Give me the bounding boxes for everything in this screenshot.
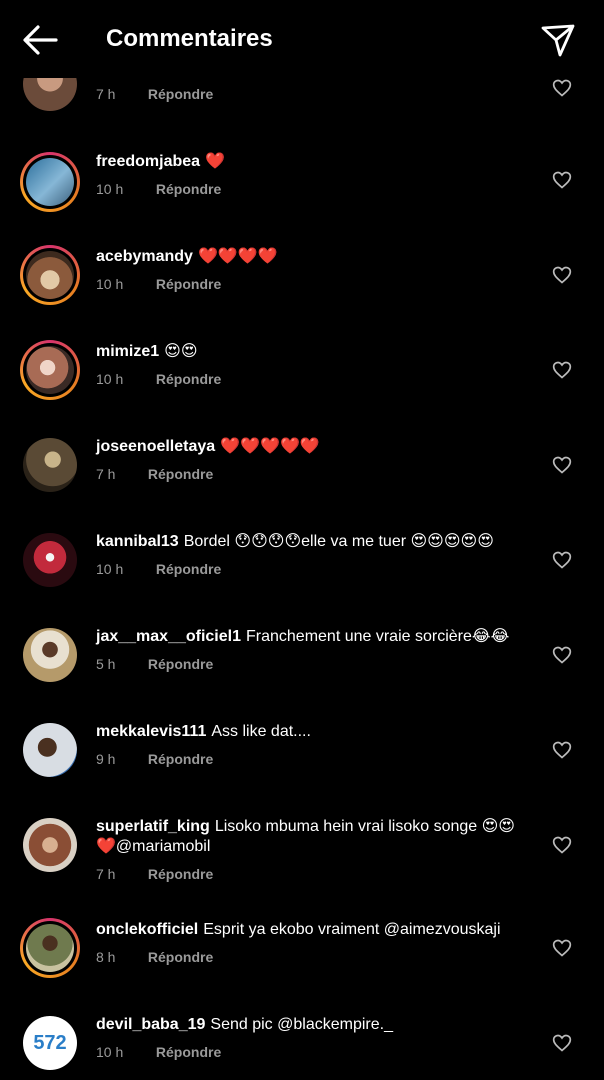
avatar[interactable] (20, 152, 80, 212)
comment-time: 5 h (96, 656, 116, 672)
comment-time: 8 h (96, 949, 116, 965)
avatar[interactable] (20, 918, 80, 978)
avatar[interactable] (20, 340, 80, 400)
heart-icon[interactable] (552, 455, 572, 475)
avatar[interactable] (20, 720, 80, 780)
reply-button[interactable]: Répondre (148, 751, 213, 767)
comment-time: 7 h (96, 866, 116, 882)
comment-username[interactable]: acebymandy (96, 248, 193, 265)
comment-time: 10 h (96, 276, 124, 292)
comment-time: 10 h (96, 1044, 124, 1060)
comment-text: ❤️ (205, 153, 225, 170)
comment-time: 7 h (96, 86, 116, 102)
heart-icon[interactable] (552, 78, 572, 98)
heart-icon[interactable] (552, 550, 572, 570)
comment-text: ❤️❤️❤️❤️❤️ (220, 438, 320, 455)
comment-time: 10 h (96, 181, 124, 197)
avatar[interactable] (20, 245, 80, 305)
comment-username[interactable]: freedomjabea (96, 153, 200, 170)
avatar-label: 572 (33, 1031, 67, 1054)
heart-icon[interactable] (552, 265, 572, 285)
comment-time: 7 h (96, 466, 116, 482)
paper-plane-icon[interactable] (540, 22, 576, 58)
avatar[interactable] (20, 815, 80, 875)
reply-button[interactable]: Répondre (156, 561, 221, 577)
comment-text: Bordel 😯😯😯😯elle va me tuer 😍😍😍😍😍 (183, 533, 494, 550)
reply-button[interactable]: Répondre (156, 371, 221, 387)
reply-button[interactable]: Répondre (148, 466, 213, 482)
reply-button[interactable]: Répondre (156, 181, 221, 197)
top-bar: Commentaires (0, 0, 604, 78)
comment-username[interactable]: onclekofficiel (96, 921, 198, 938)
reply-button[interactable]: Répondre (156, 1044, 221, 1060)
heart-icon[interactable] (552, 645, 572, 665)
comment-username[interactable]: superlatif_king (96, 818, 210, 835)
reply-button[interactable]: Répondre (148, 656, 213, 672)
avatar[interactable] (20, 435, 80, 495)
comment-username[interactable]: joseenoelletaya (96, 438, 215, 455)
heart-icon[interactable] (552, 360, 572, 380)
heart-icon[interactable] (552, 835, 572, 855)
heart-icon[interactable] (552, 1033, 572, 1053)
heart-icon[interactable] (552, 170, 572, 190)
comment-text: 😍😍 (164, 343, 198, 360)
comment-text: Send pic @blackempire._ (210, 1016, 393, 1033)
comment-time: 10 h (96, 561, 124, 577)
arrow-left-icon[interactable] (20, 22, 60, 58)
reply-button[interactable]: Répondre (148, 866, 213, 882)
heart-icon[interactable] (552, 740, 572, 760)
reply-button[interactable]: Répondre (148, 86, 213, 102)
comment-username[interactable]: mekkalevis111 (96, 723, 206, 740)
page-title: Commentaires (106, 25, 273, 52)
comment-username[interactable]: devil_baba_19 (96, 1016, 205, 1033)
avatar[interactable] (20, 530, 80, 590)
comment-time: 10 h (96, 371, 124, 387)
comment-username[interactable]: mimize1 (96, 343, 159, 360)
reply-button[interactable]: Répondre (156, 276, 221, 292)
avatar[interactable] (20, 625, 80, 685)
reply-button[interactable]: Répondre (148, 949, 213, 965)
comment-text: Franchement une vraie sorcière😂😂 (246, 628, 510, 645)
comment-time: 9 h (96, 751, 116, 767)
avatar[interactable]: 572 (20, 1013, 80, 1073)
comment-username[interactable]: kannibal13 (96, 533, 179, 550)
comment-text: ❤️❤️❤️❤️ (197, 248, 278, 265)
comment-username[interactable]: jax__max__oficiel1 (96, 628, 241, 645)
comment-text: Esprit ya ekobo vraiment @aimezvouskaji (203, 921, 501, 938)
comment-text: Ass like dat.... (211, 723, 311, 740)
heart-icon[interactable] (552, 938, 572, 958)
